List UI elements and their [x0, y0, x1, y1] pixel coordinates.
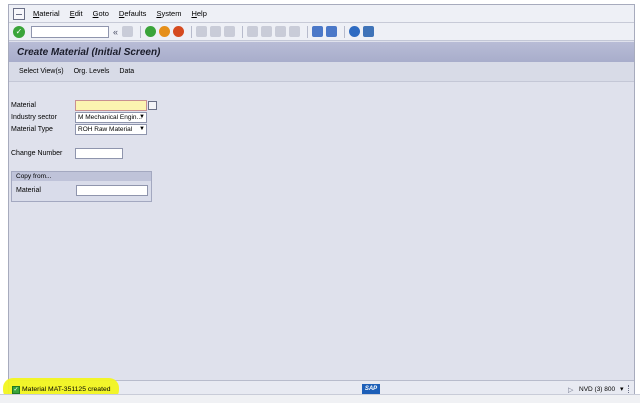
- play-icon[interactable]: ▷: [568, 386, 573, 394]
- menu-mnemonic: E: [69, 9, 75, 18]
- menu-defaults[interactable]: Defaults: [119, 9, 147, 18]
- save-icon[interactable]: [122, 26, 134, 37]
- industry-sector-select[interactable]: M Mechanical Engin... ▼: [75, 112, 147, 123]
- toolbar-separator: [191, 25, 193, 38]
- exit-icon[interactable]: [159, 26, 171, 37]
- first-page-icon[interactable]: [247, 26, 259, 37]
- material-type-select[interactable]: ROH Raw Material ▼: [75, 124, 147, 135]
- change-number-label: Change Number: [11, 150, 63, 157]
- new-session-icon[interactable]: [312, 26, 324, 37]
- menu-help[interactable]: Help: [191, 9, 206, 18]
- chevron-down-icon[interactable]: ▾: [620, 385, 624, 393]
- copy-from-title: Copy from...: [12, 172, 151, 181]
- main-content: Material Industry sector M Mechanical En…: [9, 83, 634, 379]
- material-type-label: Material Type: [11, 126, 53, 133]
- menu-mnemonic: G: [92, 9, 99, 18]
- change-number-input[interactable]: [75, 148, 123, 159]
- find-icon[interactable]: [210, 26, 222, 37]
- menu-material[interactable]: Material: [33, 9, 60, 18]
- menu-edit[interactable]: Edit: [70, 9, 83, 18]
- print-icon[interactable]: [196, 26, 208, 37]
- menu-mnemonic: M: [33, 9, 40, 18]
- enter-icon[interactable]: ✓: [13, 25, 25, 38]
- back-icon[interactable]: [145, 26, 157, 37]
- industry-sector-label: Industry sector: [11, 114, 57, 121]
- menu-mnemonic: D: [118, 9, 125, 18]
- copy-material-input[interactable]: [76, 185, 148, 196]
- customize-icon[interactable]: [363, 26, 375, 37]
- chevron-down-icon: ▼: [139, 126, 145, 132]
- menu-bar: Material Edit Goto Defaults System Help: [9, 5, 634, 23]
- title-bar: Create Material (Initial Screen): [9, 42, 634, 62]
- last-page-icon[interactable]: [289, 26, 301, 37]
- menu-goto[interactable]: Goto: [93, 9, 109, 18]
- org-levels-button[interactable]: Org. Levels: [74, 68, 110, 75]
- search-help-icon[interactable]: [148, 101, 157, 110]
- help-icon[interactable]: [349, 26, 361, 37]
- chevron-down-icon: ▼: [139, 114, 145, 120]
- command-field[interactable]: [31, 25, 109, 38]
- material-type-value: ROH Raw Material: [78, 126, 133, 133]
- standard-toolbar: ✓ «: [9, 23, 634, 41]
- success-check-icon: ✓: [12, 386, 20, 394]
- status-message[interactable]: Material MAT-351125 created: [22, 386, 111, 393]
- data-button[interactable]: Data: [119, 68, 134, 75]
- menu-mnemonic: H: [191, 9, 197, 18]
- toolbar-separator: [140, 25, 142, 38]
- toolbar-separator: [344, 25, 346, 38]
- menu-mnemonic: S: [156, 9, 162, 18]
- page-title: Create Material (Initial Screen): [17, 46, 161, 58]
- copy-from-group: Copy from... Material: [11, 171, 152, 202]
- taskbar-strip: [0, 394, 640, 403]
- next-page-icon[interactable]: [275, 26, 287, 37]
- copy-material-label: Material: [16, 187, 41, 194]
- toolbar-separator: [307, 25, 309, 38]
- application-toolbar: Select View(s) Org. Levels Data: [9, 62, 634, 82]
- industry-sector-value: M Mechanical Engin...: [78, 114, 142, 121]
- window-menu-icon[interactable]: [13, 7, 25, 20]
- system-info: NVD (3) 800: [579, 386, 616, 393]
- material-input[interactable]: [75, 100, 147, 111]
- prev-page-icon[interactable]: [261, 26, 273, 37]
- cancel-icon[interactable]: [173, 26, 185, 37]
- shortcut-icon[interactable]: [326, 26, 338, 37]
- select-views-button[interactable]: Select View(s): [19, 68, 64, 75]
- material-label: Material: [11, 102, 36, 109]
- toolbar-separator: [242, 25, 244, 38]
- find-next-icon[interactable]: [224, 26, 236, 37]
- sap-window: Material Edit Goto Defaults System Help …: [3, 4, 635, 400]
- back-arrow-icon[interactable]: «: [113, 27, 118, 37]
- menu-system[interactable]: System: [156, 9, 181, 18]
